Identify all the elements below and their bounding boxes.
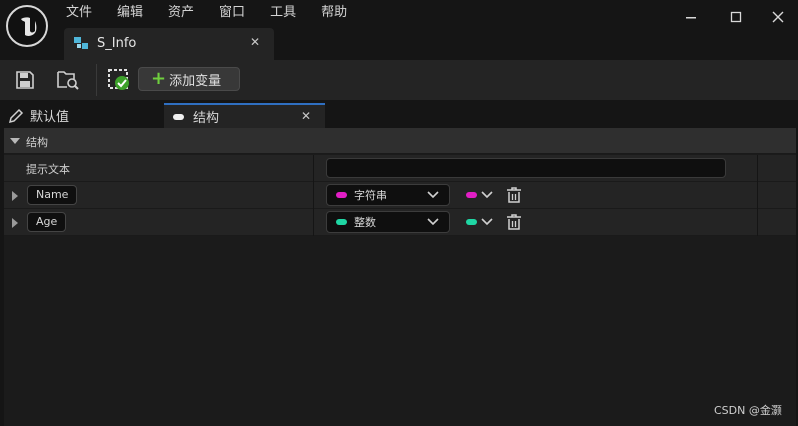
chevron-down-icon: [481, 218, 493, 226]
chevron-down-icon: [427, 218, 439, 226]
unreal-logo-icon[interactable]: [6, 5, 48, 47]
structure-editor: 结构 提示文本 Name 字符串 Age 整数: [4, 128, 796, 426]
tab-structure-close-icon[interactable]: ✕: [301, 109, 311, 123]
menu-tools[interactable]: 工具: [264, 4, 302, 22]
struct-asset-icon: [74, 37, 88, 49]
member-type-label: 整数: [354, 216, 376, 229]
delete-trash-icon[interactable]: [506, 213, 522, 231]
member-row: Age 整数: [4, 209, 796, 236]
tab-default-values-label: 默认值: [30, 110, 70, 125]
column-divider: [757, 155, 758, 182]
member-type-dropdown[interactable]: 整数: [326, 211, 450, 233]
chevron-down-icon: [481, 191, 493, 199]
title-bar: 文件 编辑 资产 窗口 工具 帮助 S_Info ✕: [0, 0, 798, 61]
add-variable-button[interactable]: + 添加变量: [138, 67, 240, 91]
add-variable-label: 添加变量: [169, 73, 222, 89]
container-color-pill: [466, 192, 477, 198]
column-divider: [757, 209, 758, 236]
pencil-icon: [8, 108, 24, 123]
menu-help[interactable]: 帮助: [315, 4, 353, 22]
section-title: 结构: [26, 136, 48, 149]
plus-icon: +: [151, 68, 167, 89]
menu-file[interactable]: 文件: [60, 4, 98, 22]
type-color-pill: [336, 219, 347, 225]
expand-arrow-icon[interactable]: [12, 218, 18, 228]
type-color-pill: [336, 192, 347, 198]
collapse-arrow-icon[interactable]: [10, 138, 20, 144]
close-window-icon[interactable]: [768, 8, 788, 26]
expand-arrow-icon[interactable]: [12, 191, 18, 201]
member-name-input[interactable]: Age: [27, 212, 67, 232]
tab-structure-label: 结构: [193, 111, 220, 126]
tooltip-label: 提示文本: [26, 163, 70, 176]
column-divider[interactable]: [313, 182, 314, 209]
minimize-icon[interactable]: [681, 8, 701, 26]
column-divider[interactable]: [313, 209, 314, 236]
menu-edit[interactable]: 编辑: [111, 4, 149, 22]
toolbar: + 添加变量: [0, 60, 798, 100]
section-header[interactable]: 结构: [4, 128, 796, 154]
struct-pill-icon: [173, 113, 184, 120]
container-type-dropdown[interactable]: [466, 187, 493, 203]
column-divider: [757, 182, 758, 209]
member-type-dropdown[interactable]: 字符串: [326, 184, 450, 206]
container-type-dropdown[interactable]: [466, 214, 493, 230]
document-tab-label: S_Info: [97, 36, 137, 51]
chevron-down-icon: [427, 191, 439, 199]
delete-trash-icon[interactable]: [506, 186, 522, 204]
member-row: Name 字符串: [4, 182, 796, 209]
member-type-label: 字符串: [354, 189, 387, 202]
document-tab-close-icon[interactable]: ✕: [250, 35, 260, 49]
document-tab[interactable]: S_Info ✕: [64, 28, 274, 60]
toolbar-separator: [96, 64, 97, 96]
tab-default-values[interactable]: 默认值: [4, 103, 160, 128]
column-divider[interactable]: [313, 155, 314, 182]
tooltip-input[interactable]: [326, 158, 726, 178]
container-color-pill: [466, 219, 477, 225]
compile-status-icon[interactable]: [104, 66, 134, 94]
menu-asset[interactable]: 资产: [162, 4, 200, 22]
panel-tab-bar: 默认值 结构 ✕: [0, 100, 798, 128]
menu-bar: 文件 编辑 资产 窗口 工具 帮助: [60, 4, 366, 22]
save-icon[interactable]: [10, 66, 40, 94]
tooltip-row: 提示文本: [4, 155, 796, 182]
watermark: CSDN @金灏: [714, 404, 782, 417]
member-name-input[interactable]: Name: [27, 185, 78, 205]
maximize-icon[interactable]: [726, 8, 746, 26]
browse-asset-icon[interactable]: [53, 66, 83, 94]
menu-window[interactable]: 窗口: [213, 4, 251, 22]
tab-structure[interactable]: 结构 ✕: [164, 103, 325, 128]
